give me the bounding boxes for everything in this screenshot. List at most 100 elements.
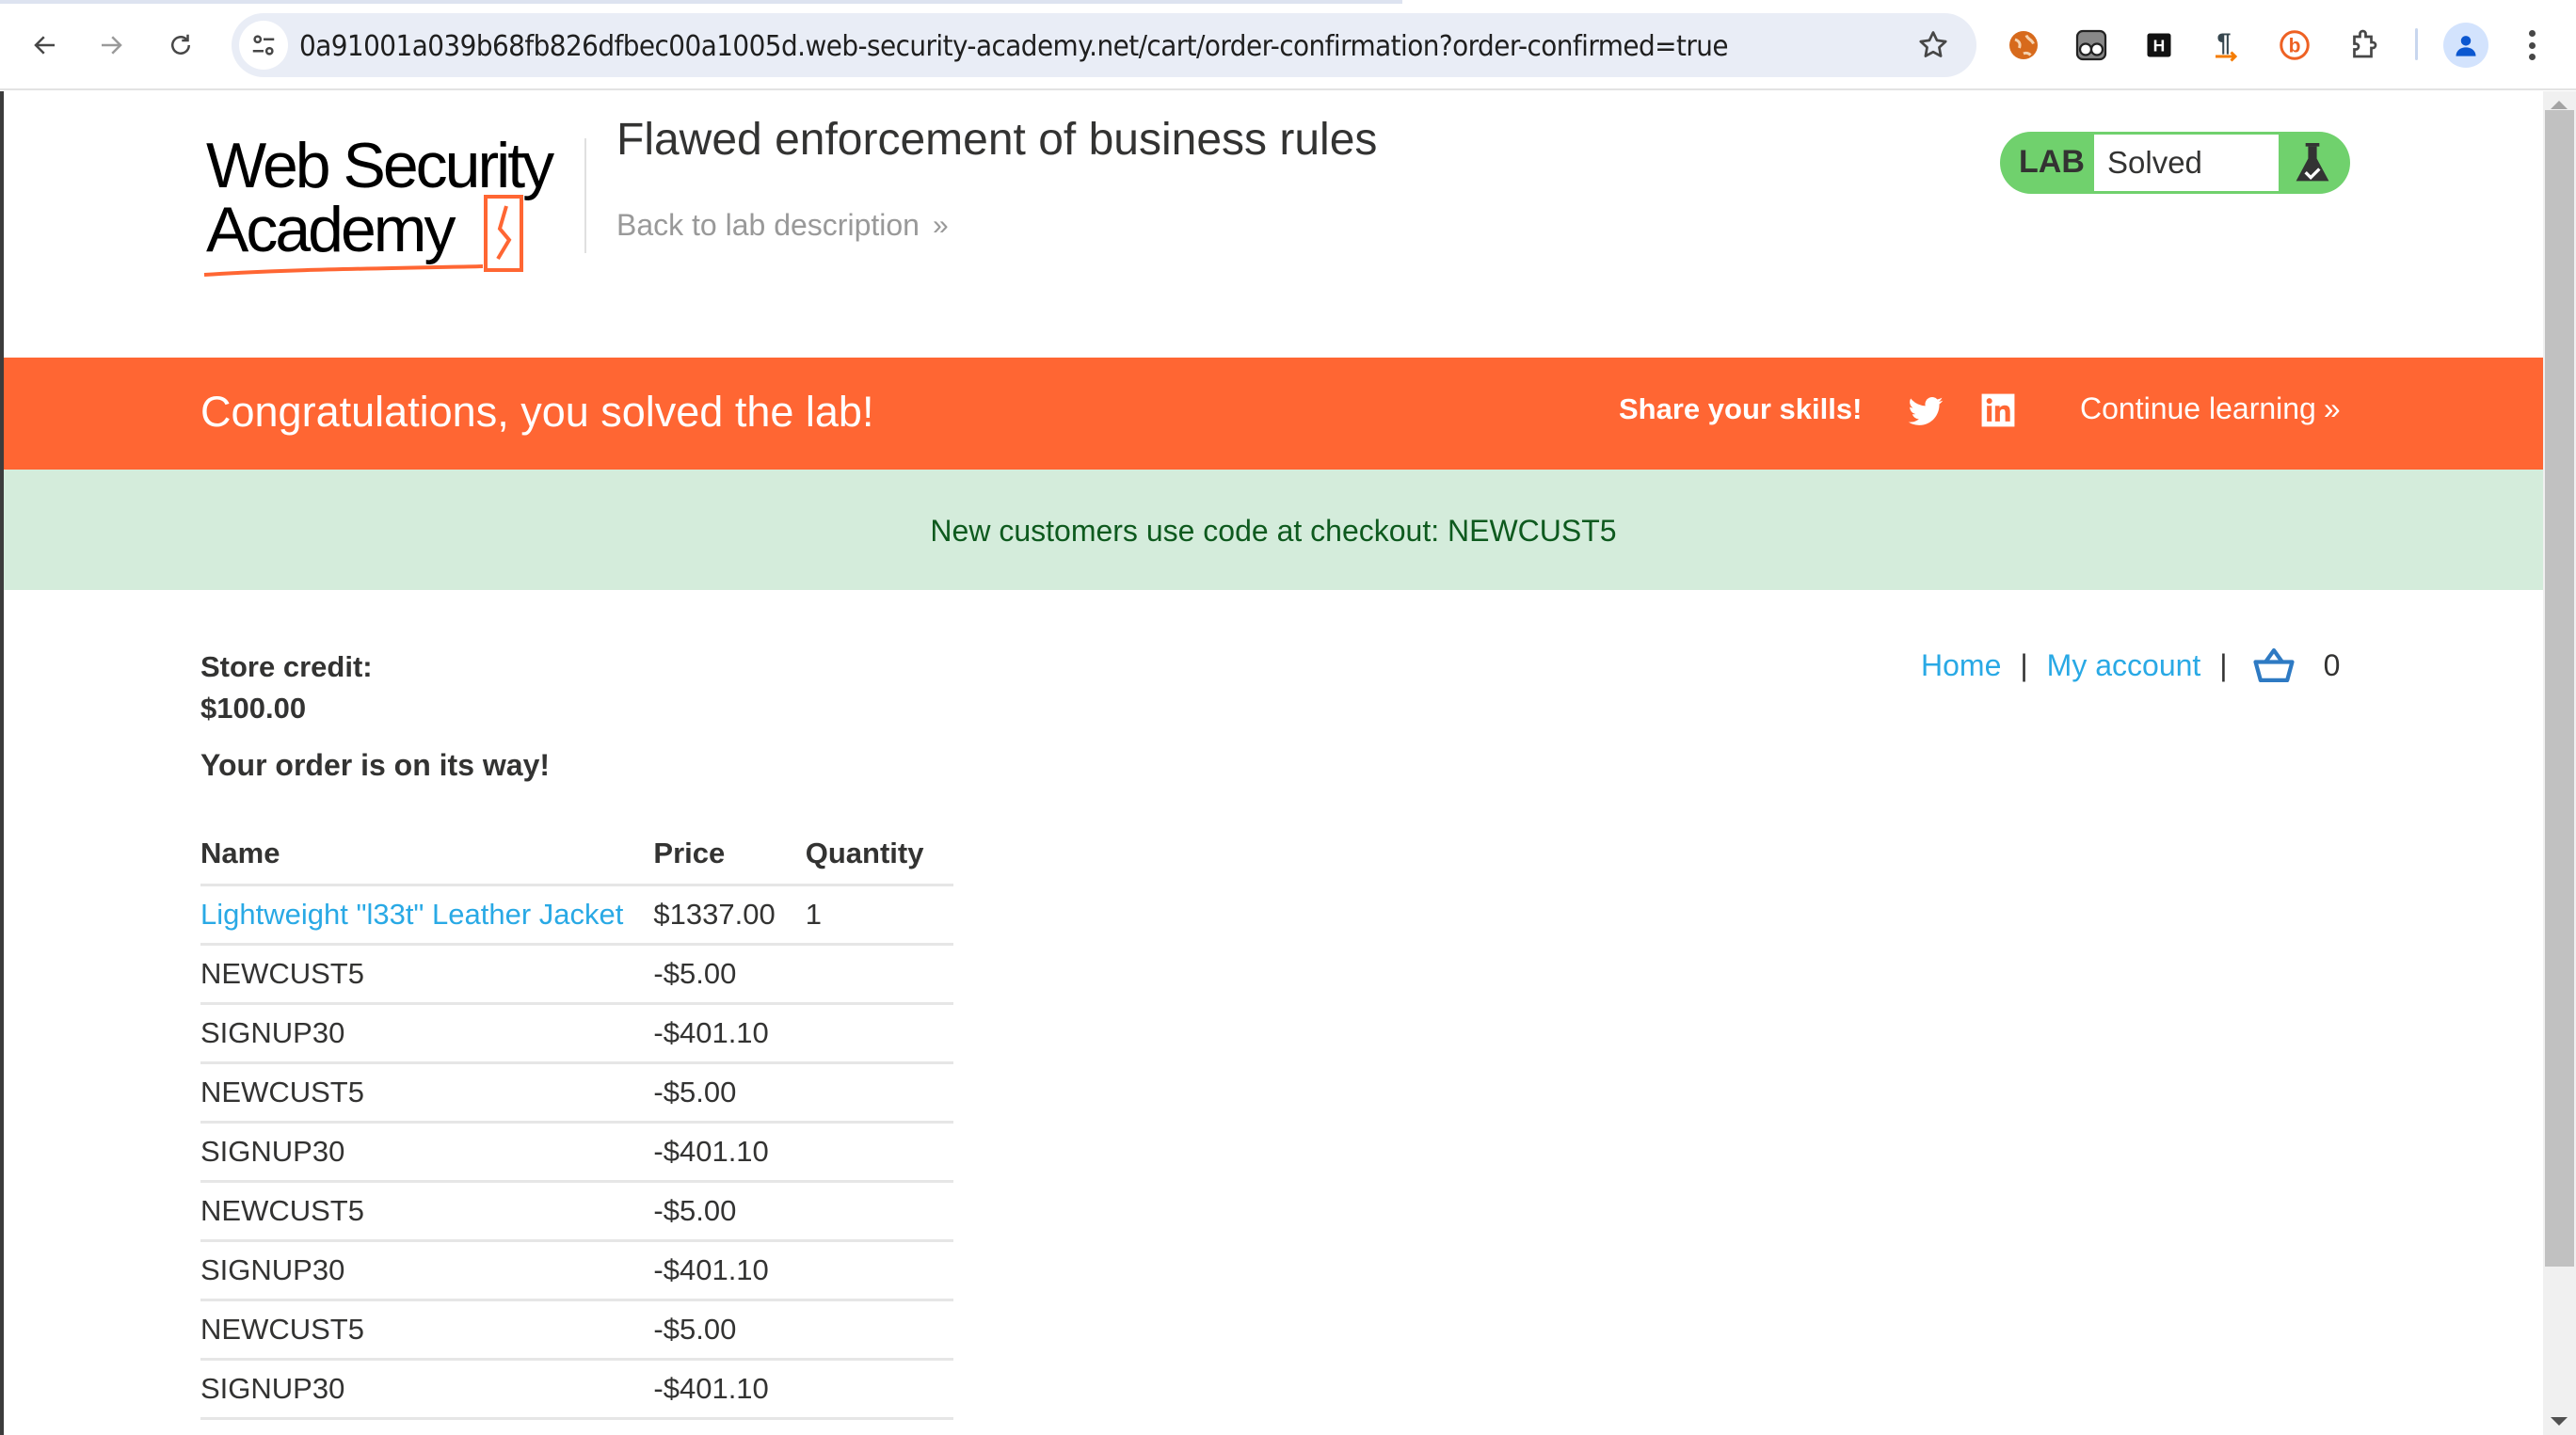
table-row: NEWCUST5 -$5.00 [200,1181,954,1242]
product-link[interactable]: Lightweight "l33t" Leather Jacket [200,898,623,931]
svg-text:b: b [2289,36,2301,57]
my-account-link[interactable]: My account [2047,648,2201,683]
back-link-label: Back to lab description [616,208,920,242]
lab-title: Flawed enforcement of business rules [616,115,1378,165]
svg-text:¶: ¶ [2216,28,2231,56]
back-to-lab-description-link[interactable]: Back to lab description » [616,208,949,243]
cell-price: -$5.00 [653,944,806,1005]
linkedin-icon[interactable] [1980,391,2016,429]
solved-banner: Congratulations, you solved the lab! Sha… [4,358,2543,470]
table-row: NEWCUST5 -$5.00 [200,1062,954,1124]
forward-button[interactable] [90,24,132,66]
url-text[interactable]: 0a91001a039b68fb826dfbec00a1005d.web-sec… [299,30,1729,63]
cell-name: SIGNUP30 [200,1240,654,1301]
share-your-skills-label: Share your skills! [1619,392,1863,425]
promo-notice: New customers use code at checkout: NEWC… [4,470,2543,590]
table-row: SIGNUP30 -$401.10 [200,1003,954,1064]
column-header-price: Price [653,828,806,886]
reload-icon [171,34,190,55]
cell-quantity [805,1181,954,1242]
svg-text:H: H [2153,36,2166,55]
h-extension-icon: H [2147,33,2171,57]
cell-name: NEWCUST5 [200,944,654,1005]
order-confirmation-message: Your order is on its way! [200,748,551,782]
cart-count: 0 [2323,647,2341,682]
cell-quantity [805,1240,954,1301]
home-link[interactable]: Home [1921,648,2001,683]
owl-extension-button[interactable] [2072,26,2110,64]
column-header-name: Name [200,828,654,886]
cell-price: -$401.10 [653,1122,806,1183]
cell-quantity [805,944,954,1005]
toolbar-separator [2415,28,2418,60]
pilcrow-extension-button[interactable]: ¶ [2208,26,2246,64]
cart-basket-icon[interactable] [2252,646,2296,684]
table-header-row: Name Price Quantity [200,828,954,886]
profile-avatar-icon [2456,36,2476,56]
flask-check-icon [2296,143,2329,182]
logo-line-2: Academy [206,194,456,265]
continue-learning-label: Continue learning [2080,391,2316,425]
continue-learning-link[interactable]: Continue learning » [2080,391,2341,426]
congratulations-message: Congratulations, you solved the lab! [200,388,874,436]
cell-quantity: 1 [805,885,954,946]
cell-price: -$5.00 [653,1299,806,1361]
extensions-button[interactable] [2345,26,2383,64]
table-row: NEWCUST5 -$5.00 [200,1299,954,1361]
twitter-icon[interactable] [1907,393,1944,431]
promo-notice-text: New customers use code at checkout: NEWC… [930,513,1617,548]
forward-arrow-icon [102,36,122,55]
cell-name: NEWCUST5 [200,1062,654,1124]
web-page: Web Security Academy Flawed enforcement … [4,91,2543,1435]
top-navigation: Home | My account | 0 [1921,646,2340,684]
cell-price: -$401.10 [653,1240,806,1301]
bookmark-star-icon[interactable] [1916,28,1950,62]
pilcrow-arrow-extension-icon: ¶ [2216,28,2238,62]
header-divider [584,138,586,253]
cell-name: NEWCUST5 [200,1181,654,1242]
tab-strip-edge [0,0,1402,4]
bitly-extension-button[interactable]: b [2276,26,2313,64]
cell-price: -$401.10 [653,1003,806,1064]
logo-line-1: Web Security [206,130,554,201]
cell-quantity [805,1062,954,1124]
puzzle-extensions-icon [2353,29,2377,58]
scroll-up-arrow[interactable] [2551,101,2568,109]
globe-extension-icon [2009,31,2038,59]
cell-name: Lightweight "l33t" Leather Jacket [200,885,654,946]
reload-button[interactable] [160,24,201,66]
cell-quantity [805,1299,954,1361]
cell-price: -$401.10 [653,1359,806,1420]
cell-price: -$5.00 [653,1181,806,1242]
table-row: Lightweight "l33t" Leather Jacket $1337.0… [200,885,954,946]
scroll-down-arrow[interactable] [2551,1417,2568,1426]
table-row: SIGNUP30 -$401.10 [200,1122,954,1183]
vertical-scrollbar[interactable] [2543,91,2576,1435]
cell-name: SIGNUP30 [200,1003,654,1064]
back-button[interactable] [24,24,66,66]
column-header-quantity: Quantity [805,828,954,886]
cell-name: SIGNUP30 [200,1122,654,1183]
back-arrow-icon [34,36,55,55]
store-credit-value: $100.00 [200,692,307,725]
lab-status-badge: LAB Solved [2000,132,2350,194]
address-bar[interactable]: 0a91001a039b68fb826dfbec00a1005d.web-sec… [232,13,1976,77]
cell-price: $1337.00 [653,885,806,946]
bitly-extension-icon: b [2280,30,2310,60]
cell-name: SIGNUP30 [200,1359,654,1420]
nav-separator: | [2020,647,2028,682]
globe-extension-button[interactable] [2005,26,2042,64]
owl-glasses-extension-icon [2075,29,2107,61]
h-extension-button[interactable]: H [2140,26,2178,64]
store-credit-label: Store credit: [200,650,373,683]
web-security-academy-logo[interactable]: Web Security Academy [200,127,586,278]
site-info-button[interactable] [239,21,288,70]
browser-toolbar: 0a91001a039b68fb826dfbec00a1005d.web-sec… [0,0,2576,90]
scrollbar-thumb[interactable] [2545,110,2574,1267]
store-credit: Store credit: $100.00 [200,646,373,729]
browser-menu-button[interactable] [2519,26,2545,64]
profile-button[interactable] [2443,23,2488,68]
tune-icon [252,35,275,56]
table-row: NEWCUST5 -$5.00 [200,944,954,1005]
cell-price: -$5.00 [653,1062,806,1124]
